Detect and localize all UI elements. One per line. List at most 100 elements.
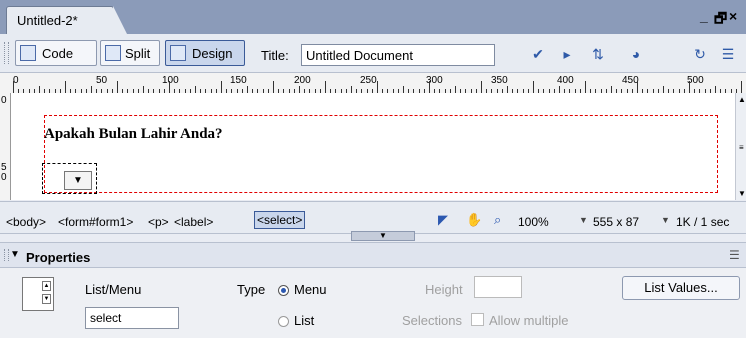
type-menu-radio[interactable] (278, 285, 289, 296)
ruler-tick (533, 81, 534, 93)
list-values-button[interactable]: List Values... (622, 276, 740, 300)
ruler-tick (143, 86, 144, 93)
ruler-tick (455, 86, 456, 93)
ruler-tick (377, 81, 378, 93)
ruler-tick (611, 86, 612, 93)
ruler-tick (715, 86, 716, 93)
panel-options-icon[interactable]: ☰ (729, 248, 740, 262)
toolbar-grip[interactable] (4, 42, 9, 64)
panel-grip[interactable] (4, 249, 9, 261)
element-type-label: List/Menu (85, 282, 142, 297)
ruler-tick (481, 81, 482, 93)
list-menu-icon: ▲ ▼ (22, 277, 54, 311)
ruler-tick (117, 81, 118, 93)
type-menu-label[interactable]: Menu (294, 282, 327, 297)
zoom-tool-icon[interactable]: ⌕ (494, 212, 501, 228)
ruler-tick (403, 86, 404, 93)
validate-markup-icon[interactable]: ✔ (528, 46, 548, 64)
ruler-label: 350 (491, 75, 508, 86)
ruler-tick (507, 86, 508, 93)
code-view-label: Code (42, 46, 74, 61)
title-label: Title: (261, 48, 289, 63)
pointer-tool-icon[interactable]: ◤ (438, 212, 448, 228)
zoom-dropdown-icon[interactable]: ▼ (579, 215, 588, 225)
ruler-tick (169, 81, 170, 93)
ruler-tick (221, 81, 222, 93)
ruler-tick (663, 86, 664, 93)
type-list-radio[interactable] (278, 316, 289, 327)
tag-select[interactable]: <select> (254, 211, 306, 229)
height-field[interactable] (474, 276, 522, 298)
document-tab-label: Untitled-2* (17, 13, 78, 28)
height-label: Height (425, 282, 463, 297)
hand-tool-icon[interactable]: ✋ (466, 212, 482, 228)
allow-multiple-label: Allow multiple (489, 313, 569, 328)
tag-label[interactable]: <label> (174, 215, 213, 229)
page-heading[interactable]: Apakah Bulan Lahir Anda? (44, 126, 223, 143)
refresh-icon[interactable]: ↻ (690, 46, 710, 64)
scroll-up-icon[interactable]: ▲ (738, 95, 746, 104)
ruler-tick (273, 81, 274, 93)
code-icon (20, 45, 36, 61)
type-list-label[interactable]: List (294, 313, 314, 328)
type-label: Type (237, 282, 266, 297)
restore-icon[interactable]: 🗗 (714, 8, 727, 32)
design-view-button[interactable]: Design (165, 40, 245, 66)
split-view-button[interactable]: Split (100, 40, 160, 66)
browser-check-icon[interactable]: ▸ (557, 46, 577, 64)
title-input[interactable] (301, 44, 495, 66)
window-size-dropdown-icon[interactable]: ▼ (661, 215, 670, 225)
ruler-label: 400 (557, 75, 574, 86)
tag-body[interactable]: <body> (6, 215, 46, 229)
ruler-label: 0 (1, 95, 7, 106)
tag-selector-bar: <body> <form#form1> <p> <label> <select>… (0, 201, 746, 234)
close-button[interactable]: × (729, 8, 737, 24)
ruler-tick (637, 81, 638, 93)
window-size[interactable]: 555 x 87 (593, 215, 639, 229)
allow-multiple-checkbox[interactable] (471, 313, 484, 326)
ruler-label: 50 (96, 75, 108, 86)
zoom-level[interactable]: 100% (518, 215, 549, 229)
ruler-tick (741, 81, 742, 93)
ruler-tick (351, 86, 352, 93)
split-view-label: Split (125, 46, 151, 61)
panel-collapse-handle[interactable]: ▼ (351, 231, 415, 241)
ruler-label: 200 (294, 75, 311, 86)
scroll-down-icon[interactable]: ▼ (738, 189, 746, 198)
select-dropdown[interactable]: ▼ (64, 171, 92, 190)
properties-panel-header[interactable]: ▼ Properties ☰ (0, 242, 746, 268)
tab-notch (113, 6, 127, 34)
ruler-tick (65, 81, 66, 93)
tag-form[interactable]: <form#form1> (58, 215, 133, 229)
split-icon (105, 45, 121, 61)
scroll-grip-icon[interactable]: ≡ (739, 143, 744, 152)
ruler-tick (299, 86, 300, 93)
ruler-tick (585, 81, 586, 93)
document-tab[interactable]: Untitled-2* (6, 6, 114, 34)
ruler-tick (689, 81, 690, 93)
design-view-label: Design (192, 46, 233, 61)
ruler-label: 100 (162, 75, 179, 86)
design-icon (170, 45, 186, 61)
ruler-tick (247, 86, 248, 93)
view-options-icon[interactable]: ☰ (718, 46, 738, 64)
properties-title: Properties (26, 250, 91, 265)
ruler-tick (325, 81, 326, 93)
tag-p[interactable]: <p> (148, 215, 169, 229)
collapse-arrow-icon[interactable]: ▼ (10, 249, 20, 260)
element-name-field[interactable] (85, 307, 179, 329)
download-time: 1K / 1 sec (676, 215, 730, 229)
ruler-tick (13, 81, 14, 93)
ruler-tick (429, 81, 430, 93)
file-management-icon[interactable]: ⇅ (588, 46, 608, 64)
minimize-button[interactable]: _ (700, 8, 708, 24)
ruler-label: 150 (230, 75, 247, 86)
selections-label: Selections (402, 313, 462, 328)
preview-browser-icon[interactable]: ◕ (626, 46, 646, 64)
ruler-tick (559, 86, 560, 93)
code-view-button[interactable]: Code (15, 40, 97, 66)
ruler-tick (91, 86, 92, 93)
vertical-ruler: 0 5 0 (0, 93, 11, 200)
vertical-scrollbar[interactable]: ▲ ≡ ▼ (735, 93, 746, 200)
ruler-tick (39, 86, 40, 93)
